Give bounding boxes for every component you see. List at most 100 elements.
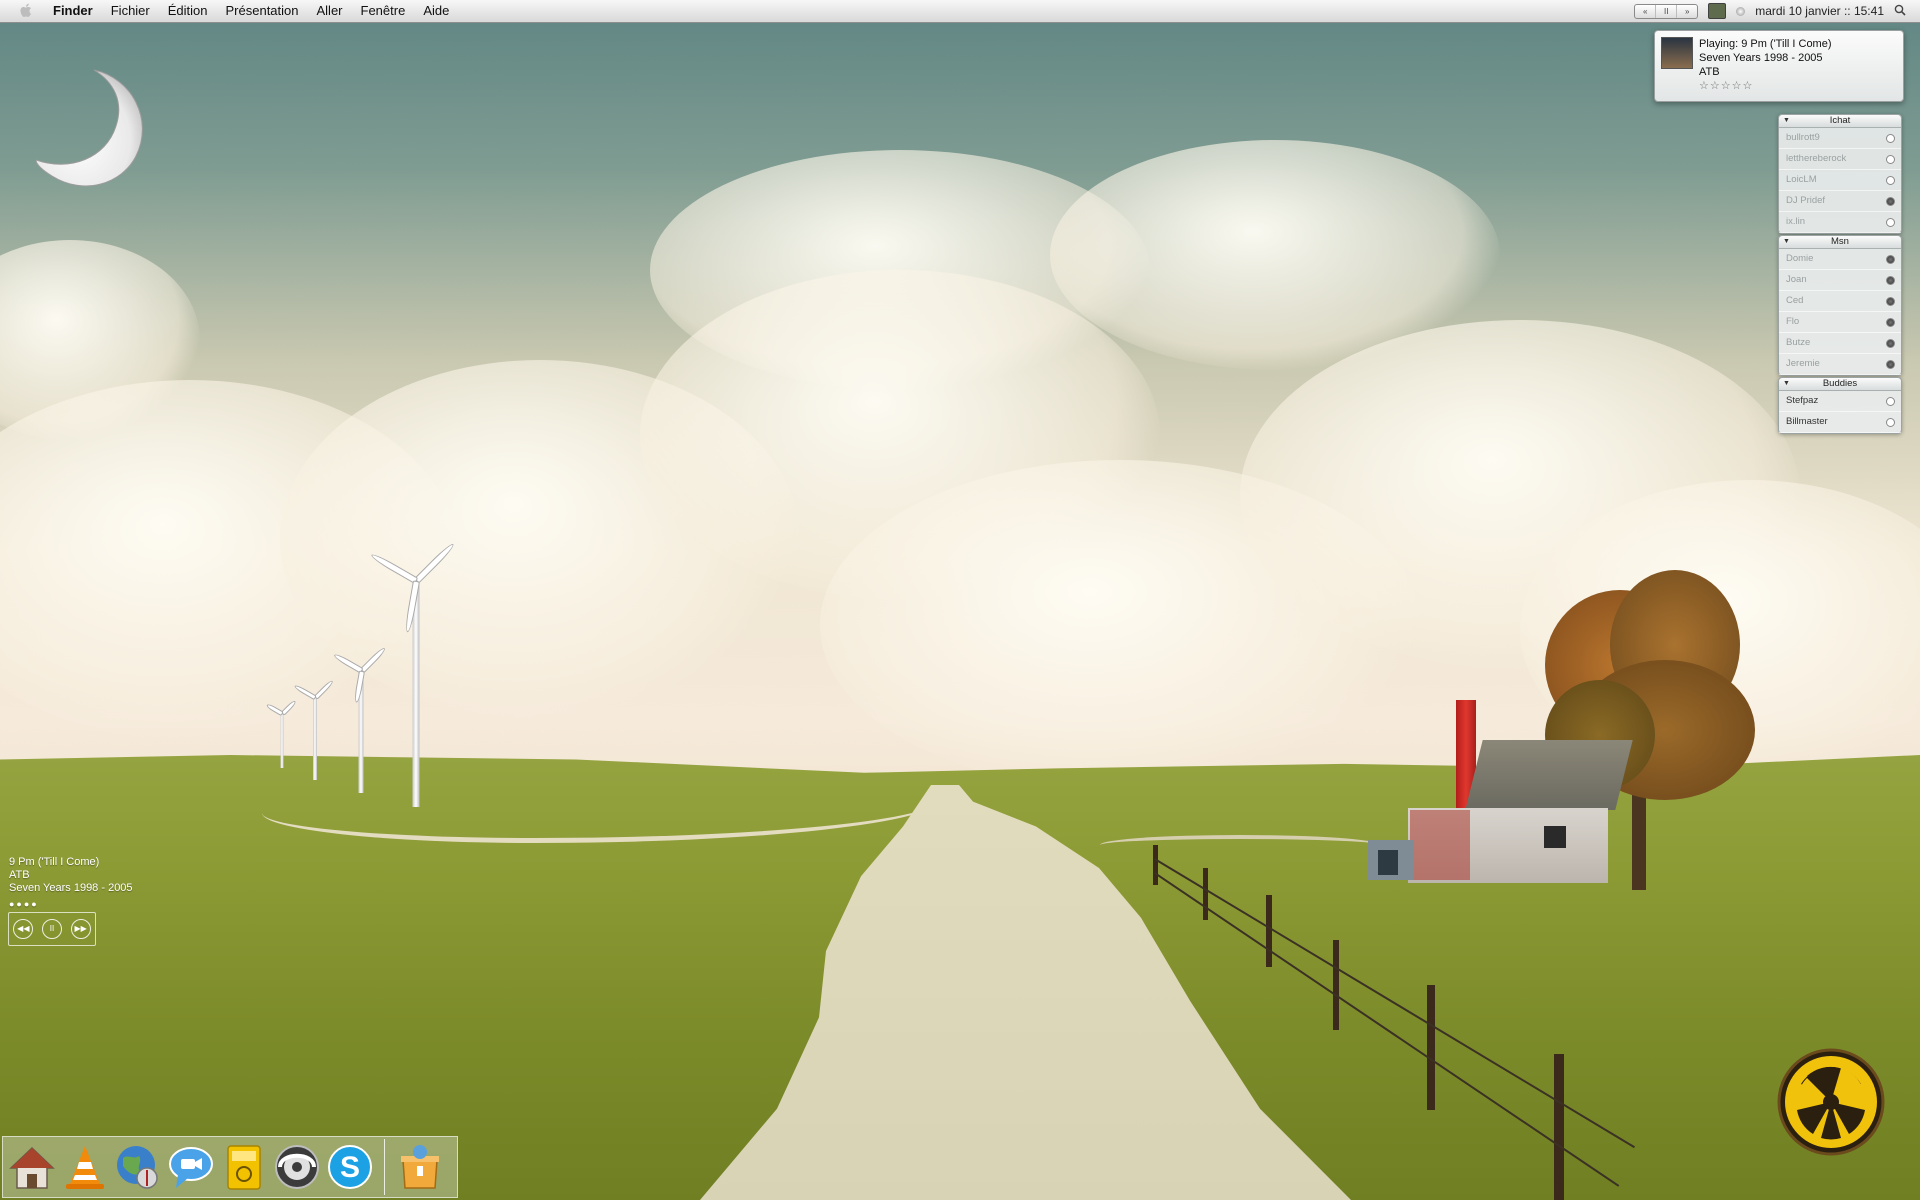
buddy-item[interactable]: Billmaster <box>1779 412 1901 433</box>
buddies-panel: ▼ Buddies Stefpaz Billmaster <box>1778 377 1902 434</box>
buddy-name: bullrott9 <box>1786 132 1820 143</box>
ichat-panel: ▼ Ichat bullrott9 letthereberock LoicLM … <box>1778 114 1902 234</box>
safari-globe-icon[interactable] <box>113 1142 163 1192</box>
widget-pause-button[interactable]: II <box>41 919 62 939</box>
collapse-triangle-icon[interactable]: ▼ <box>1783 236 1790 248</box>
menu-edition[interactable]: Édition <box>159 0 217 22</box>
dock: S <box>2 1136 458 1198</box>
msn-panel: ▼ Msn Domie Joan Ced Flo Butze Jeremie <box>1778 235 1902 376</box>
menubar-clock[interactable]: mardi 10 janvier :: 15:41 <box>1755 4 1884 18</box>
now-playing-artist: ATB <box>1699 66 1720 78</box>
widget-album: Seven Years 1998 - 2005 <box>9 882 133 894</box>
status-indicator-icon <box>1886 255 1895 264</box>
buddy-item[interactable]: LoicLM <box>1779 170 1901 191</box>
magnifier-icon[interactable] <box>1894 4 1906 19</box>
buddy-name: Billmaster <box>1786 416 1828 427</box>
buddy-item[interactable]: DJ Pridef <box>1779 191 1901 212</box>
buddy-item[interactable]: Jeremie <box>1779 354 1901 375</box>
album-art-menu-icon[interactable] <box>1708 3 1727 19</box>
previous-track-button[interactable]: « <box>1635 4 1657 18</box>
widget-artist: ATB <box>9 869 30 881</box>
menu-bar: Finder Fichier Édition Présentation Alle… <box>0 0 1920 23</box>
buddy-name: Stefpaz <box>1786 395 1819 406</box>
now-playing-text: Playing: 9 Pm ('Till I Come) Seven Years… <box>1699 37 1832 93</box>
status-indicator-icon <box>1886 276 1895 285</box>
buddy-item[interactable]: letthereberock <box>1779 149 1901 170</box>
widget-rating[interactable]: ●●●● <box>9 898 133 911</box>
widget-track: 9 Pm ('Till I Come) <box>9 856 100 868</box>
buddy-name: Domie <box>1786 253 1814 264</box>
menubar-media-controls: « II » <box>1634 3 1699 19</box>
buddy-name: DJ Pridef <box>1786 195 1826 206</box>
status-indicator-icon <box>1886 197 1895 206</box>
buddy-item[interactable]: Ced <box>1779 291 1901 312</box>
panel-title: Ichat <box>1829 115 1851 126</box>
pause-button[interactable]: II <box>1656 4 1678 18</box>
now-playing-notification[interactable]: Playing: 9 Pm ('Till I Come) Seven Years… <box>1654 30 1904 102</box>
buddy-item[interactable]: ix.lin <box>1779 212 1901 233</box>
status-indicator-icon <box>1886 418 1895 427</box>
buddy-item[interactable]: Flo <box>1779 312 1901 333</box>
cottage <box>1368 700 1638 890</box>
status-indicator-icon <box>1886 218 1895 227</box>
moon-icon <box>36 69 143 187</box>
widget-next-button[interactable]: ▶▶ <box>70 919 91 939</box>
status-indicator-icon <box>1886 297 1895 306</box>
status-indicator-icon <box>1886 339 1895 348</box>
widget-previous-button[interactable]: ◀◀ <box>13 919 34 939</box>
dirt-path <box>1100 835 1380 855</box>
buddy-name: letthereberock <box>1786 153 1847 164</box>
menu-aide[interactable]: Aide <box>414 0 458 22</box>
buddy-item[interactable]: Stefpaz <box>1779 391 1901 412</box>
buddy-item[interactable]: Butze <box>1779 333 1901 354</box>
next-track-button[interactable]: » <box>1677 5 1697 18</box>
menu-extras: « II » mardi 10 janvier :: 15:41 <box>1634 3 1920 19</box>
apple-icon[interactable] <box>18 3 34 19</box>
now-playing-title: Playing: 9 Pm ('Till I Come) <box>1699 38 1832 50</box>
wind-turbine <box>369 541 456 807</box>
status-dot-icon[interactable] <box>1736 6 1746 16</box>
menu-presentation[interactable]: Présentation <box>217 0 308 22</box>
desktop-wallpaper <box>0 0 1920 1200</box>
status-indicator-icon <box>1886 318 1895 327</box>
wind-turbine <box>293 679 335 780</box>
buddies-panel-header[interactable]: ▼ Buddies <box>1779 378 1901 391</box>
rating-stars[interactable]: ☆☆☆☆☆ <box>1699 79 1832 93</box>
now-playing-album: Seven Years 1998 - 2005 <box>1699 52 1823 64</box>
buddy-item[interactable]: bullrott9 <box>1779 128 1901 149</box>
status-indicator-icon <box>1886 134 1895 143</box>
wind-turbine <box>265 699 297 768</box>
status-indicator-icon <box>1886 397 1895 406</box>
menu-finder[interactable]: Finder <box>44 0 102 22</box>
panel-title: Msn <box>1831 236 1849 247</box>
buddy-name: Joan <box>1786 274 1807 285</box>
buddy-name: Butze <box>1786 337 1811 348</box>
ichat-panel-header[interactable]: ▼ Ichat <box>1779 115 1901 128</box>
skype-icon[interactable]: S <box>325 1142 375 1192</box>
mail-icon[interactable] <box>219 1142 269 1192</box>
home-icon[interactable] <box>7 1142 57 1192</box>
buddy-name: LoicLM <box>1786 174 1817 185</box>
buddy-item[interactable]: Domie <box>1779 249 1901 270</box>
menu-fenetre[interactable]: Fenêtre <box>352 0 415 22</box>
package-icon[interactable] <box>395 1142 445 1192</box>
buddy-name: ix.lin <box>1786 216 1806 227</box>
collapse-triangle-icon[interactable]: ▼ <box>1783 115 1790 127</box>
menu-fichier[interactable]: Fichier <box>102 0 159 22</box>
buddy-name: Jeremie <box>1786 358 1820 369</box>
itunes-icon[interactable] <box>272 1142 322 1192</box>
vlc-icon[interactable] <box>60 1142 110 1192</box>
buddy-item[interactable]: Joan <box>1779 270 1901 291</box>
collapse-triangle-icon[interactable]: ▼ <box>1783 378 1790 390</box>
buddy-name: Flo <box>1786 316 1800 327</box>
dock-separator <box>384 1139 385 1195</box>
radiation-symbol-icon[interactable] <box>1777 1048 1885 1156</box>
status-indicator-icon <box>1886 176 1895 185</box>
status-indicator-icon <box>1886 155 1895 164</box>
buddy-name: Ced <box>1786 295 1804 306</box>
msn-panel-header[interactable]: ▼ Msn <box>1779 236 1901 249</box>
ichat-icon[interactable] <box>166 1142 216 1192</box>
menu-aller[interactable]: Aller <box>308 0 352 22</box>
itunes-desktop-widget: 9 Pm ('Till I Come) ATB Seven Years 1998… <box>9 856 133 911</box>
panel-title: Buddies <box>1822 378 1858 389</box>
